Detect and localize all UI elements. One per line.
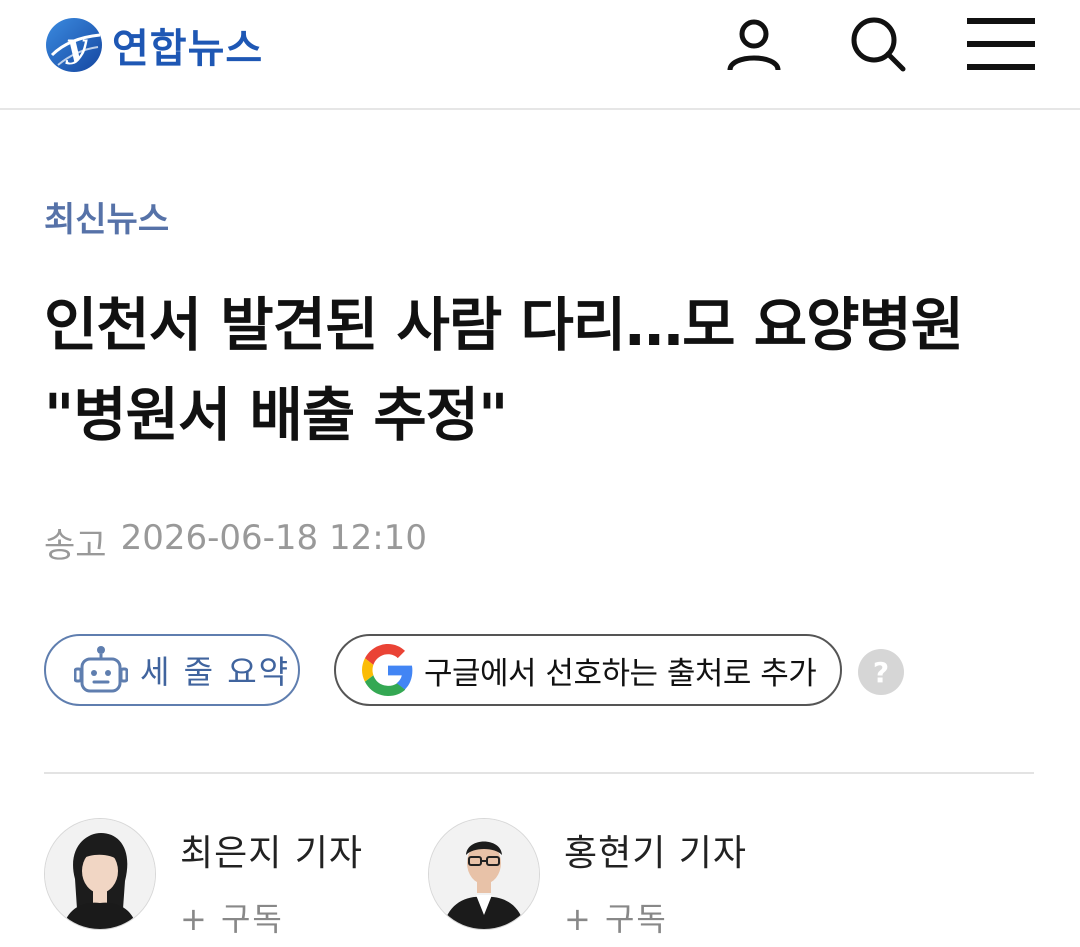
article-dateline: 송고 2026-06-18 12:10: [44, 518, 427, 567]
subscribe-button[interactable]: + 구독: [180, 894, 363, 940]
add-google-preferred-source-button[interactable]: 구글에서 선호하는 출처로 추가: [334, 634, 842, 706]
yonhap-logo-icon: y: [46, 18, 102, 72]
reporter-name[interactable]: 홍현기 기자: [564, 824, 747, 876]
reporter-card: 최은지 기자 + 구독: [44, 818, 363, 938]
reporter-card: 홍현기 기자 + 구독: [428, 818, 747, 938]
help-icon[interactable]: ?: [858, 649, 904, 695]
reporter-info: 홍현기 기자 + 구독: [564, 818, 747, 940]
date-label: 송고: [44, 526, 107, 566]
robot-icon: [74, 646, 128, 693]
reporter-info: 최은지 기자 + 구독: [180, 818, 363, 940]
avatar[interactable]: [44, 818, 156, 930]
avatar[interactable]: [428, 818, 540, 930]
svg-text:y: y: [65, 26, 88, 66]
logo-wordmark: 연합뉴스: [112, 26, 264, 72]
article-category[interactable]: 최신뉴스: [44, 192, 169, 241]
google-icon: [362, 644, 413, 696]
section-divider: [44, 772, 1034, 774]
site-header: y 연합뉴스: [0, 0, 1080, 110]
article-headline: 인천서 발견된 사람 다리…모 요양병원 "병원서 배출 추정": [44, 291, 964, 449]
search-icon[interactable]: [846, 12, 910, 76]
summary-label: 세 줄 요약: [140, 653, 291, 691]
subscribe-button[interactable]: + 구독: [564, 894, 747, 940]
reporter-name[interactable]: 최은지 기자: [180, 824, 363, 876]
google-source-label: 구글에서 선호하는 출처로 추가: [424, 655, 817, 692]
menu-icon[interactable]: [966, 12, 1036, 76]
site-logo[interactable]: y 연합뉴스: [44, 12, 263, 78]
user-icon[interactable]: [722, 12, 786, 76]
date-value: 2026-06-18 12:10: [120, 518, 427, 558]
three-line-summary-button[interactable]: 세 줄 요약: [44, 634, 300, 706]
